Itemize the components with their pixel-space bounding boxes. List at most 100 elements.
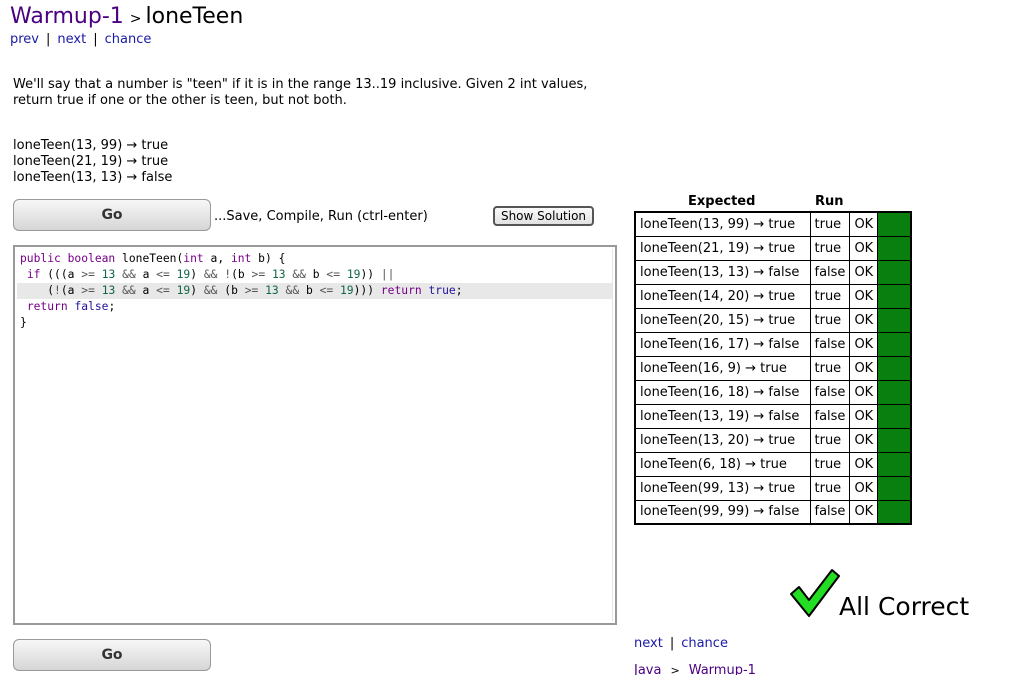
run-cell: true [809,211,851,237]
run-header: Run [815,194,844,209]
result-row: loneTeen(13, 19) → false false OK [634,403,912,429]
pass-indicator [877,499,912,525]
bottom-breadcrumb: Java > Warmup-1 [634,663,756,675]
next-link-bottom[interactable]: next [634,636,663,651]
pass-indicator [877,403,912,429]
run-cell: true [809,235,851,261]
warmup-link[interactable]: Warmup-1 [689,663,756,675]
pass-indicator [877,427,912,453]
run-cell: true [809,475,851,501]
status-cell: OK [849,259,879,285]
run-cell: false [809,331,851,357]
expected-cell: loneTeen(16, 9) → true [634,355,811,381]
chance-link-bottom[interactable]: chance [681,636,728,651]
java-link[interactable]: Java [634,663,661,675]
pass-indicator [877,235,912,261]
status-cell: OK [849,475,879,501]
expected-cell: loneTeen(16, 17) → false [634,331,811,357]
status-cell: OK [849,451,879,477]
code-line[interactable]: public boolean loneTeen(int a, int b) { [17,251,612,267]
result-row: loneTeen(16, 9) → true true OK [634,355,912,381]
status-cell: OK [849,499,879,525]
nav-divider: | [93,32,98,47]
pass-indicator [877,475,912,501]
examples-list: loneTeen(13, 99) → true loneTeen(21, 19)… [13,138,172,186]
pass-indicator [877,259,912,285]
expected-cell: loneTeen(13, 20) → true [634,427,811,453]
pass-indicator [877,331,912,357]
code-editor[interactable]: public boolean loneTeen(int a, int b) { … [13,245,617,625]
status-cell: OK [849,235,879,261]
result-row: loneTeen(16, 17) → false false OK [634,331,912,357]
page: Warmup-1 > loneTeen prev | next | chance We'll… [0,0,1021,675]
pass-indicator [877,307,912,333]
checkmark-icon [790,569,840,617]
code-line[interactable]: } [17,315,612,331]
nav-divider: | [46,32,51,47]
example-item: loneTeen(21, 19) → true [13,154,169,169]
expected-cell: loneTeen(21, 19) → true [634,235,811,261]
expected-cell: loneTeen(20, 15) → true [634,307,811,333]
all-correct-label: All Correct [839,592,970,621]
result-row: loneTeen(99, 99) → false false OK [634,499,912,525]
status-cell: OK [849,379,879,405]
run-cell: false [809,259,851,285]
section-link[interactable]: Warmup-1 [10,4,124,29]
expected-header: Expected [688,194,756,209]
breadcrumb-separator: > [670,664,680,675]
status-cell: OK [849,403,879,429]
pass-indicator [877,355,912,381]
expected-cell: loneTeen(99, 13) → true [634,475,811,501]
expected-cell: loneTeen(14, 20) → true [634,283,811,309]
show-solution-button[interactable]: Show Solution [493,206,594,226]
run-cell: true [809,427,851,453]
code-line[interactable]: if (((a >= 13 && a <= 19) && !(b >= 13 &… [17,267,612,283]
code-lines[interactable]: public boolean loneTeen(int a, int b) { … [17,251,612,331]
expected-cell: loneTeen(13, 13) → false [634,259,811,285]
status-cell: OK [849,427,879,453]
expected-cell: loneTeen(16, 18) → false [634,379,811,405]
run-cell: true [809,355,851,381]
code-line[interactable]: (!(a >= 13 && a <= 19) && (b >= 13 && b … [17,283,612,299]
run-cell: true [809,283,851,309]
expected-cell: loneTeen(13, 19) → false [634,403,811,429]
expected-cell: loneTeen(6, 18) → true [634,451,811,477]
code-line[interactable]: return false; [17,299,612,315]
prev-link[interactable]: prev [10,32,39,47]
editor-scroll-area[interactable]: public boolean loneTeen(int a, int b) { … [17,249,613,621]
nav-divider: | [669,636,675,651]
run-cell: true [809,307,851,333]
status-cell: OK [849,307,879,333]
page-title: Warmup-1 > loneTeen [10,4,243,29]
expected-cell: loneTeen(13, 99) → true [634,211,811,237]
go-button[interactable]: Go [13,199,211,231]
status-cell: OK [849,211,879,237]
problem-name: loneTeen [145,4,244,29]
pass-indicator [877,451,912,477]
breadcrumb-separator: > [129,11,142,27]
save-hint: ...Save, Compile, Run (ctrl-enter) [214,209,428,224]
result-row: loneTeen(16, 18) → false false OK [634,379,912,405]
example-item: loneTeen(13, 13) → false [13,170,173,185]
chance-link[interactable]: chance [105,32,152,47]
example-item: loneTeen(13, 99) → true [13,138,169,153]
result-row: loneTeen(99, 13) → true true OK [634,475,912,501]
problem-description: We'll say that a number is "teen" if it … [13,77,588,108]
expected-cell: loneTeen(99, 99) → false [634,499,811,525]
status-cell: OK [849,331,879,357]
run-cell: false [809,379,851,405]
pass-indicator [877,283,912,309]
run-cell: true [809,451,851,477]
results-table: loneTeen(13, 99) → true true OK loneTeen(21… [634,211,912,525]
top-nav: prev | next | chance [10,32,151,47]
bottom-nav: next | chance [634,636,728,651]
run-cell: false [809,499,851,525]
result-row: loneTeen(13, 13) → false false OK [634,259,912,285]
next-link[interactable]: next [57,32,86,47]
go-button-bottom[interactable]: Go [13,639,211,671]
status-cell: OK [849,283,879,309]
result-row: loneTeen(20, 15) → true true OK [634,307,912,333]
run-cell: false [809,403,851,429]
pass-indicator [877,379,912,405]
status-cell: OK [849,355,879,381]
